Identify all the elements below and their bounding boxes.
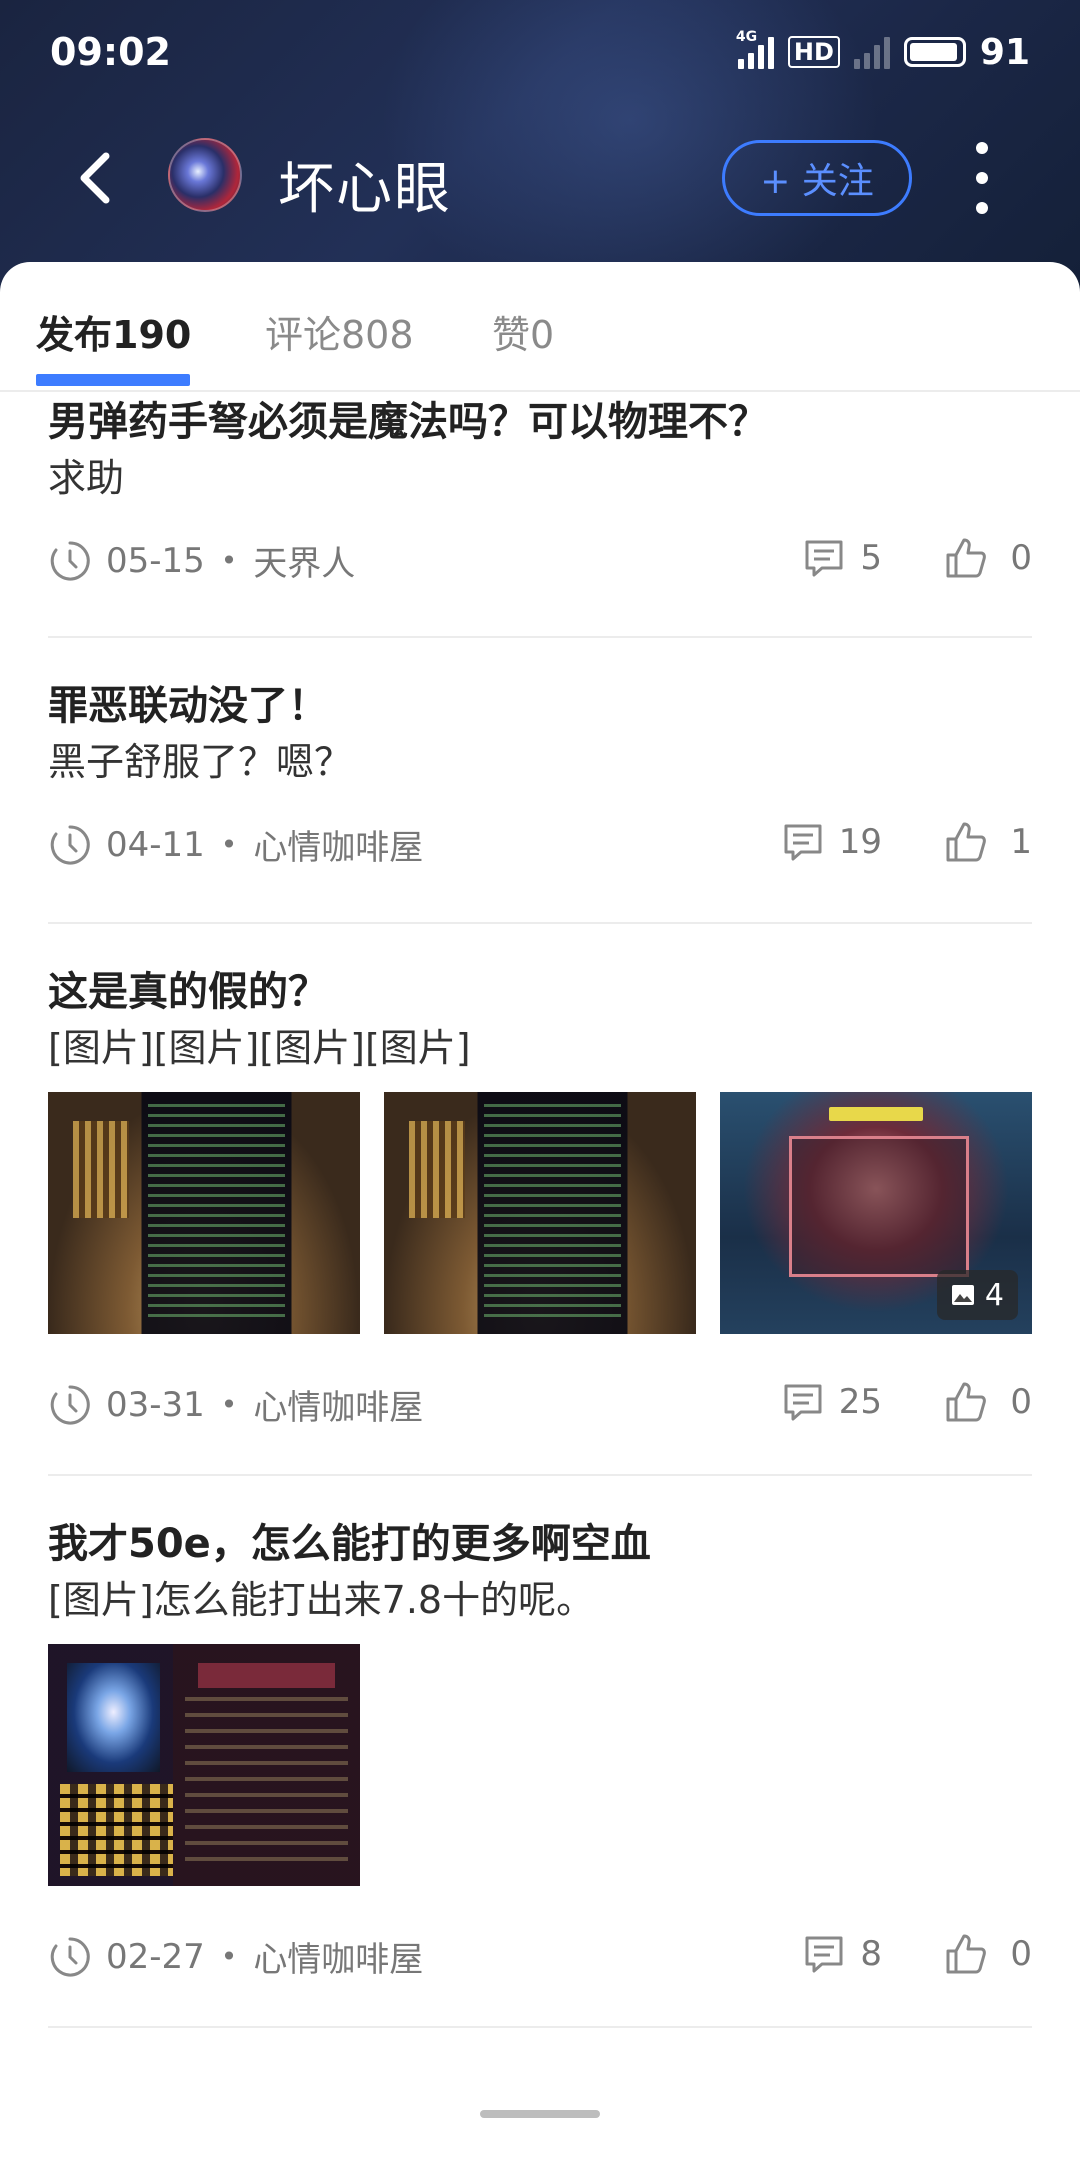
avatar[interactable] <box>168 138 242 212</box>
comment-count[interactable]: 5 <box>802 536 882 580</box>
post-image[interactable]: 4 <box>720 1092 1032 1334</box>
post-body: 求助 <box>48 456 125 500</box>
post-image[interactable] <box>48 1092 360 1334</box>
clock-icon <box>50 1936 90 1976</box>
post-meta: 02-27 • 心情咖啡屋 8 0 <box>48 1924 1032 1984</box>
thumbs-up-icon <box>946 822 987 862</box>
page-title: 坏心眼 <box>278 157 452 222</box>
tab-likes[interactable]: 赞0 <box>492 304 554 359</box>
post-meta: 04-11 • 心情咖啡屋 19 1 <box>48 812 1032 872</box>
divider <box>48 2026 1032 2028</box>
post-meta: 05-15 • 天界人 5 0 <box>48 528 1032 588</box>
post-item[interactable]: 这是真的假的？ [图片][图片][图片][图片] 4 03-31 • 心情咖啡屋 <box>48 964 1032 1428</box>
status-icons: 4G HD 91 <box>736 29 1030 74</box>
thumbs-up-icon <box>946 538 987 578</box>
clock-icon <box>50 540 90 580</box>
post-title[interactable]: 罪恶联动没了！ <box>48 678 1032 734</box>
battery-percent: 91 <box>979 31 1030 73</box>
clock-icon <box>50 824 90 864</box>
post-body: [图片]怎么能打出来7.8十的呢。 <box>48 1578 595 1622</box>
status-bar: 09:02 4G HD 91 <box>0 0 1080 110</box>
post-item[interactable]: 罪恶联动没了！ 黑子舒服了？嗯？ 04-11 • 心情咖啡屋 19 1 <box>48 678 1032 868</box>
post-forum[interactable]: 天界人 <box>253 536 355 585</box>
post-item[interactable]: 男弹药手弩必须是魔法吗？可以物理不？ 求助 05-15 • 天界人 5 0 <box>48 394 1032 584</box>
post-time-forum: 04-11 • 心情咖啡屋 <box>48 820 423 869</box>
image-count-badge: 4 <box>936 1270 1018 1320</box>
comment-count-value: 19 <box>838 822 882 862</box>
profile-header: 09:02 4G HD 91 坏心眼 + 关注 <box>0 0 1080 300</box>
comment-icon <box>805 1936 843 1973</box>
tab-posts[interactable]: 发布190 <box>36 304 191 359</box>
back-button[interactable] <box>68 148 128 208</box>
post-forum[interactable]: 心情咖啡屋 <box>253 1932 423 1981</box>
thumbs-up-icon <box>946 1382 987 1422</box>
post-body: 黑子舒服了？嗯？ <box>48 740 353 784</box>
image-icon <box>951 1285 974 1305</box>
tab-bar: 发布190 评论808 赞0 <box>0 262 1080 392</box>
comment-icon <box>784 824 822 861</box>
hd-voice-icon: HD <box>787 36 840 68</box>
cellular-signal-icon: 4G <box>736 29 774 69</box>
home-indicator[interactable] <box>480 2110 600 2118</box>
like-count[interactable]: 1 <box>944 820 1032 864</box>
clock-icon <box>50 1384 90 1424</box>
post-title[interactable]: 这是真的假的？ <box>48 964 1032 1020</box>
top-nav: 坏心眼 + 关注 <box>0 120 1080 240</box>
network-type-label: 4G <box>735 29 758 45</box>
post-body: [图片][图片][图片][图片] <box>48 1026 471 1070</box>
post-time-forum: 03-31 • 心情咖啡屋 <box>48 1380 423 1429</box>
post-date: 02-27 <box>106 1936 205 1977</box>
post-meta: 03-31 • 心情咖啡屋 25 0 <box>48 1372 1032 1432</box>
battery-icon <box>903 37 966 67</box>
more-options-icon[interactable] <box>970 142 994 214</box>
comment-icon <box>784 1384 822 1421</box>
tab-comments[interactable]: 评论808 <box>265 304 414 359</box>
like-count[interactable]: 0 <box>944 1380 1032 1424</box>
thumbs-up-icon <box>946 1934 987 1974</box>
post-date: 05-15 <box>106 540 205 581</box>
divider <box>48 922 1032 924</box>
status-time: 09:02 <box>50 30 171 74</box>
post-forum[interactable]: 心情咖啡屋 <box>253 820 423 869</box>
like-count-value: 0 <box>1010 1382 1032 1422</box>
image-count: 4 <box>984 1277 1004 1313</box>
divider <box>48 1474 1032 1476</box>
post-title[interactable]: 我才50e，怎么能打的更多啊空血 <box>48 1516 1032 1572</box>
like-count[interactable]: 0 <box>944 536 1032 580</box>
post-image-gallery <box>48 1644 360 1886</box>
post-image-gallery: 4 <box>48 1092 1032 1334</box>
divider <box>48 636 1032 638</box>
follow-button[interactable]: + 关注 <box>722 140 912 216</box>
post-item[interactable]: 我才50e，怎么能打的更多啊空血 [图片]怎么能打出来7.8十的呢。 02-27… <box>48 1516 1032 1980</box>
comment-count-value: 8 <box>860 1934 882 1974</box>
comment-count-value: 5 <box>860 538 882 578</box>
post-date: 04-11 <box>106 824 205 865</box>
content-sheet: 发布190 评论808 赞0 男弹药手弩必须是魔法吗？可以物理不？ 求助 05-… <box>0 262 1080 2160</box>
like-count-value: 0 <box>1010 1934 1032 1974</box>
comment-count[interactable]: 8 <box>802 1932 882 1976</box>
active-tab-indicator <box>36 374 190 386</box>
post-forum[interactable]: 心情咖啡屋 <box>253 1380 423 1429</box>
post-date: 03-31 <box>106 1384 205 1425</box>
like-count[interactable]: 0 <box>944 1932 1032 1976</box>
post-image[interactable] <box>384 1092 696 1334</box>
comment-icon <box>805 540 843 577</box>
comment-count-value: 25 <box>838 1382 882 1422</box>
post-time-forum: 05-15 • 天界人 <box>48 536 355 585</box>
like-count-value: 0 <box>1010 538 1032 578</box>
post-time-forum: 02-27 • 心情咖啡屋 <box>48 1932 423 1981</box>
chevron-left-icon <box>80 152 110 204</box>
comment-count[interactable]: 19 <box>781 820 882 864</box>
like-count-value: 1 <box>1010 822 1032 862</box>
comment-count[interactable]: 25 <box>781 1380 882 1424</box>
post-title[interactable]: 男弹药手弩必须是魔法吗？可以物理不？ <box>48 394 1032 450</box>
post-image[interactable] <box>48 1644 360 1886</box>
secondary-signal-icon <box>853 35 890 69</box>
